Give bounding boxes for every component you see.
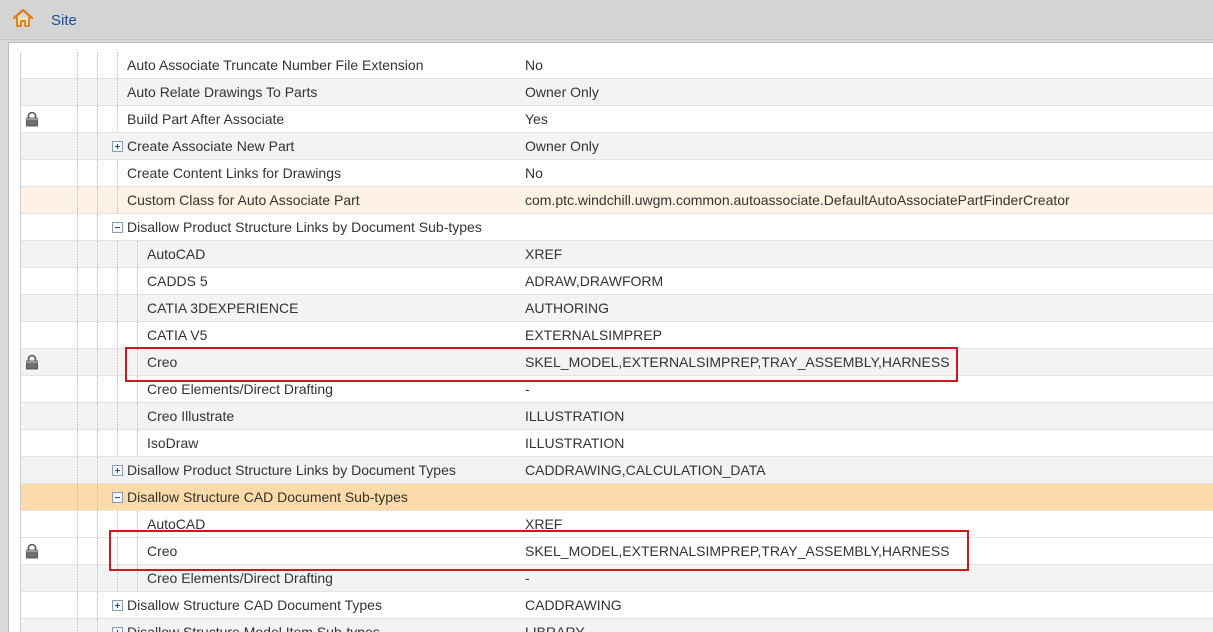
- preference-name: Custom Class for Auto Associate Part: [127, 192, 360, 208]
- table-row[interactable]: CATIA V5 EXTERNALSIMPREP: [21, 322, 1213, 349]
- preference-name: Disallow Structure Model Item Sub-types: [127, 624, 380, 632]
- preference-name: Creo Elements/Direct Drafting: [147, 570, 333, 586]
- preference-name: Auto Associate Truncate Number File Exte…: [127, 57, 424, 73]
- table-row[interactable]: Create Associate New Part Owner Only: [21, 133, 1213, 160]
- table-row[interactable]: Auto Relate Drawings To Parts Owner Only: [21, 79, 1213, 106]
- preference-name: AutoCAD: [147, 516, 206, 532]
- collapse-icon[interactable]: [112, 492, 123, 503]
- table-row[interactable]: Build Part After Associate Yes: [21, 106, 1213, 133]
- preference-name: Disallow Structure CAD Document Types: [127, 597, 382, 613]
- preference-name: Disallow Product Structure Links by Docu…: [127, 219, 482, 235]
- preference-value: No: [525, 57, 543, 73]
- preference-name: CATIA 3DEXPERIENCE: [147, 300, 299, 316]
- table-row-selected[interactable]: Custom Class for Auto Associate Part com…: [21, 187, 1213, 214]
- table-row[interactable]: Auto Associate Truncate Number File Exte…: [21, 52, 1213, 79]
- preference-value: SKEL_MODEL,EXTERNALSIMPREP,TRAY_ASSEMBLY…: [525, 543, 950, 559]
- preference-value: CADDRAWING: [525, 597, 622, 613]
- preference-value: SKEL_MODEL,EXTERNALSIMPREP,TRAY_ASSEMBLY…: [525, 354, 950, 370]
- preference-name: Create Content Links for Drawings: [127, 165, 341, 181]
- top-bar: Site: [0, 0, 1213, 40]
- preference-name: CADDS 5: [147, 273, 208, 289]
- preference-name: Creo Illustrate: [147, 408, 235, 424]
- preference-value: EXTERNALSIMPREP: [525, 327, 662, 343]
- table-row[interactable]: CADDS 5 ADRAW,DRAWFORM: [21, 268, 1213, 295]
- expand-icon[interactable]: [112, 600, 123, 611]
- table-row[interactable]: AutoCAD XREF: [21, 241, 1213, 268]
- home-icon[interactable]: [12, 8, 34, 28]
- preference-value: ILLUSTRATION: [525, 435, 625, 451]
- preference-value: Owner Only: [525, 138, 599, 154]
- preference-name: IsoDraw: [147, 435, 199, 451]
- preferences-tree-table: Auto Associate Truncate Number File Exte…: [20, 52, 1213, 632]
- preference-value: -: [525, 570, 530, 586]
- table-row[interactable]: Creo SKEL_MODEL,EXTERNALSIMPREP,TRAY_ASS…: [21, 349, 1213, 376]
- preference-value: CADDRAWING,CALCULATION_DATA: [525, 462, 766, 478]
- preference-value: LIBRARY: [525, 624, 585, 632]
- table-row[interactable]: Creo Elements/Direct Drafting -: [21, 376, 1213, 403]
- preference-name: Build Part After Associate: [127, 111, 285, 127]
- preference-name: Disallow Structure CAD Document Sub-type…: [127, 489, 408, 505]
- table-row[interactable]: Create Content Links for Drawings No: [21, 160, 1213, 187]
- lock-icon: [26, 111, 38, 127]
- expand-icon[interactable]: [112, 141, 123, 152]
- table-row[interactable]: Disallow Product Structure Links by Docu…: [21, 214, 1213, 241]
- collapse-icon[interactable]: [112, 222, 123, 233]
- table-row[interactable]: Disallow Product Structure Links by Docu…: [21, 457, 1213, 484]
- preference-name: Disallow Product Structure Links by Docu…: [127, 462, 456, 478]
- table-row[interactable]: Disallow Structure CAD Document Types CA…: [21, 592, 1213, 619]
- preference-name: CATIA V5: [147, 327, 208, 343]
- preference-value: No: [525, 165, 543, 181]
- table-row[interactable]: IsoDraw ILLUSTRATION: [21, 430, 1213, 457]
- preference-value: Owner Only: [525, 84, 599, 100]
- preference-name: Auto Relate Drawings To Parts: [127, 84, 318, 100]
- table-row-active[interactable]: Disallow Structure CAD Document Sub-type…: [21, 484, 1213, 511]
- preference-name: Create Associate New Part: [127, 138, 295, 154]
- preference-value: XREF: [525, 516, 563, 532]
- table-row[interactable]: CATIA 3DEXPERIENCE AUTHORING: [21, 295, 1213, 322]
- table-row[interactable]: Creo Elements/Direct Drafting -: [21, 565, 1213, 592]
- preference-value: ILLUSTRATION: [525, 408, 625, 424]
- preference-name: Creo: [147, 543, 178, 559]
- preference-value: ADRAW,DRAWFORM: [525, 273, 664, 289]
- lock-icon: [26, 354, 38, 370]
- table-row[interactable]: AutoCAD XREF: [21, 511, 1213, 538]
- lock-icon: [26, 543, 38, 559]
- preference-name: AutoCAD: [147, 246, 206, 262]
- table-row[interactable]: Disallow Structure Model Item Sub-types …: [21, 619, 1213, 632]
- expand-icon[interactable]: [112, 627, 123, 632]
- table-row[interactable]: Creo SKEL_MODEL,EXTERNALSIMPREP,TRAY_ASS…: [21, 538, 1213, 565]
- preference-value: Yes: [525, 111, 548, 127]
- table-row[interactable]: Creo Illustrate ILLUSTRATION: [21, 403, 1213, 430]
- preference-value: -: [525, 381, 530, 397]
- preference-value: AUTHORING: [525, 300, 609, 316]
- expand-icon[interactable]: [112, 465, 123, 476]
- preference-name: Creo: [147, 354, 178, 370]
- site-breadcrumb-link[interactable]: Site: [51, 12, 77, 29]
- preference-value: XREF: [525, 246, 563, 262]
- preference-name: Creo Elements/Direct Drafting: [147, 381, 333, 397]
- preference-value: com.ptc.windchill.uwgm.common.autoassoci…: [525, 192, 1070, 208]
